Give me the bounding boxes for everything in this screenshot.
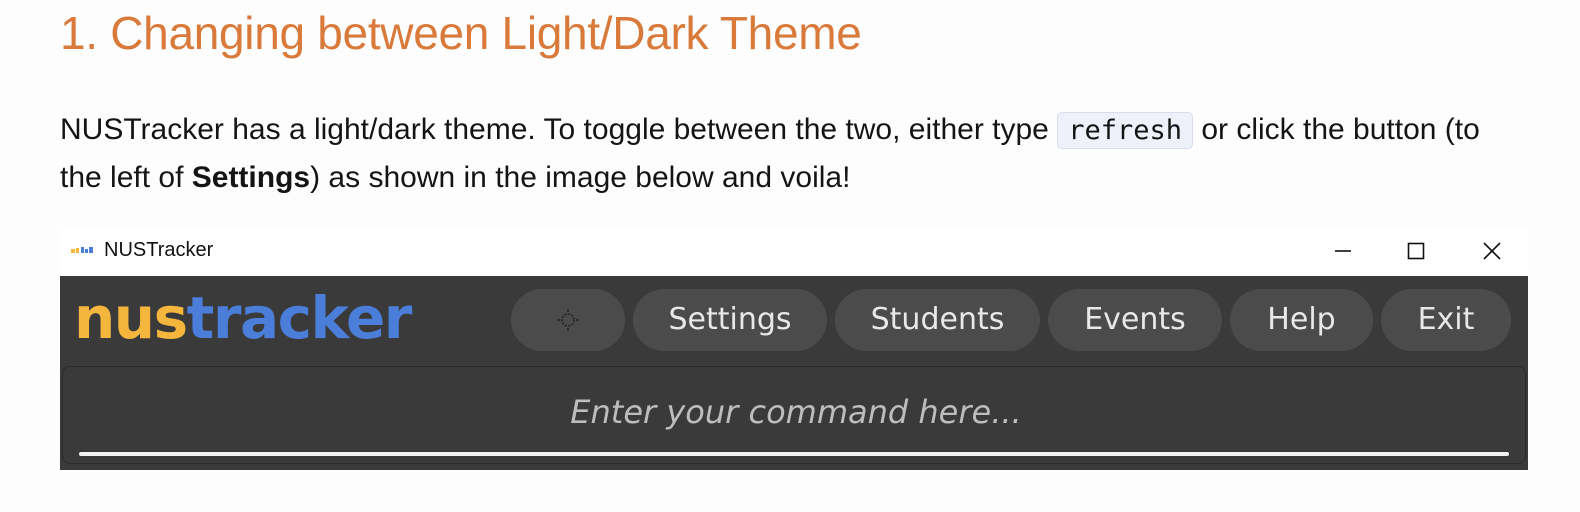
app-body: nustracker Settings Students Events Help… <box>60 276 1528 470</box>
students-button[interactable]: Students <box>835 289 1040 351</box>
events-button[interactable]: Events <box>1048 289 1222 351</box>
window-titlebar: NUSTracker <box>60 228 1528 276</box>
paragraph-text: NUSTracker has a light/dark theme. To to… <box>60 113 1058 146</box>
help-button[interactable]: Help <box>1230 289 1373 351</box>
app-window-screenshot: NUSTracker nustracker Settings Students … <box>60 228 1528 470</box>
theme-toggle-button[interactable] <box>511 289 625 351</box>
close-icon[interactable] <box>1472 234 1512 268</box>
inline-code: refresh <box>1057 112 1193 149</box>
paragraph-bold-text: Settings <box>191 161 311 194</box>
command-underline <box>79 452 1509 456</box>
app-logo: nustracker <box>74 278 413 358</box>
exit-button[interactable]: Exit <box>1381 289 1511 351</box>
page: 1. Changing between Light/Dark Theme NUS… <box>0 0 1580 512</box>
logo-text-tracker: tracker <box>186 284 413 352</box>
command-box <box>62 366 1526 464</box>
command-input[interactable] <box>79 381 1513 443</box>
window-title: NUSTracker <box>104 239 214 261</box>
logo-text-nus: nus <box>74 284 188 352</box>
section-heading: 1. Changing between Light/Dark Theme <box>60 7 862 59</box>
maximize-icon[interactable] <box>1396 234 1436 268</box>
settings-button[interactable]: Settings <box>633 289 827 351</box>
minimize-icon[interactable] <box>1323 234 1363 268</box>
app-icon <box>71 244 95 256</box>
sun-icon <box>557 309 579 331</box>
instruction-paragraph: NUSTracker has a light/dark theme. To to… <box>60 106 1500 201</box>
paragraph-text: ) as shown in the image below and voila! <box>310 161 851 194</box>
